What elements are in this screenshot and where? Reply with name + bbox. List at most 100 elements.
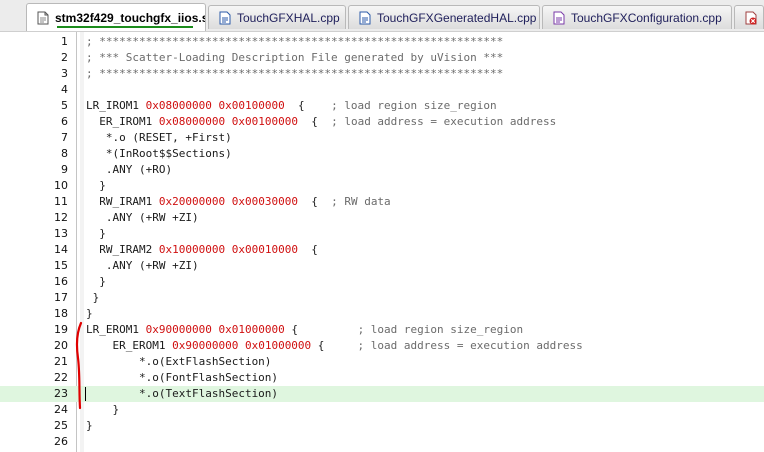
tab-touchgfxgeneratedhal-cpp[interactable]: TouchGFXGeneratedHAL.cpp — [348, 5, 540, 29]
hex-literal: 0x08000000 — [158, 115, 226, 128]
code-line[interactable]: 12 .ANY (+RW +ZI) — [0, 210, 764, 226]
code-text: } — [86, 274, 106, 290]
code-token: LR_IROM1 — [86, 99, 146, 112]
code-line[interactable]: 14 RW_IRAM2 0x10000000 0x00010000 { — [0, 242, 764, 258]
code-line[interactable]: 20 ER_EROM1 0x90000000 0x01000000 { ; lo… — [0, 338, 764, 354]
code-token: } — [86, 227, 106, 240]
line-number: 5 — [61, 99, 68, 112]
code-line[interactable]: 26 — [0, 434, 764, 450]
code-line[interactable]: 24 } — [0, 402, 764, 418]
code-line[interactable]: 23 *.o(TextFlashSection) — [0, 386, 764, 402]
code-line[interactable]: 17 } — [0, 290, 764, 306]
line-number: 22 — [54, 371, 68, 384]
line-number: 17 — [54, 291, 68, 304]
code-token: { — [297, 195, 332, 208]
active-tab-underline — [57, 26, 193, 28]
code-text: *.o(ExtFlashSection) — [86, 354, 271, 370]
line-number: 1 — [61, 35, 68, 48]
code-line[interactable]: 9 .ANY (+RO) — [0, 162, 764, 178]
code-line[interactable]: 10 } — [0, 178, 764, 194]
line-number: 6 — [61, 115, 68, 128]
code-line[interactable]: 3 ; *************************************… — [0, 66, 764, 82]
code-token: } — [86, 275, 106, 288]
code-token: *.o(ExtFlashSection) — [86, 355, 272, 368]
hex-literal: 0x00100000 — [231, 115, 298, 128]
comment-text: ; *** Scatter-Loading Description File g… — [86, 51, 504, 64]
tab-label: TouchGFXHAL.cpp — [237, 10, 340, 25]
closed-file-icon — [745, 11, 757, 25]
comment-text: ; load region size_region — [357, 323, 524, 336]
line-number: 25 — [54, 419, 68, 432]
code-line[interactable]: 1 ; *************************************… — [0, 34, 764, 50]
code-line[interactable]: 18} — [0, 306, 764, 322]
code-line[interactable]: 13 } — [0, 226, 764, 242]
code-line[interactable]: 25} — [0, 418, 764, 434]
comment-text: ; RW data — [331, 195, 391, 208]
code-line[interactable]: 11 RW_IRAM1 0x20000000 0x00030000 { ; RW… — [0, 194, 764, 210]
code-editor[interactable]: 1 ; *************************************… — [0, 32, 764, 452]
tab-touchgfxhal-cpp[interactable]: TouchGFXHAL.cpp — [208, 5, 346, 29]
hex-literal: 0x00030000 — [231, 195, 298, 208]
line-number: 12 — [54, 211, 68, 224]
code-text: } — [86, 226, 106, 242]
code-text: .ANY (+RO) — [86, 162, 172, 178]
code-token: { — [297, 243, 318, 256]
code-token: *(InRoot$$Sections) — [86, 147, 232, 160]
code-line[interactable]: 6 ER_IROM1 0x08000000 0x00100000 { ; loa… — [0, 114, 764, 130]
code-line[interactable]: 22 *.o(FontFlashSection) — [0, 370, 764, 386]
comment-text: ; load address = execution address — [331, 115, 557, 128]
code-text: ; *** Scatter-Loading Description File g… — [86, 50, 503, 66]
code-token: } — [86, 403, 120, 416]
tab-label: TouchGFXGeneratedHAL.cpp — [377, 10, 537, 25]
code-text: *.o (RESET, +First) — [86, 130, 232, 146]
code-line[interactable]: 4 — [0, 82, 764, 98]
hex-literal: 0x00010000 — [231, 243, 298, 256]
code-token: { — [311, 339, 358, 352]
cpp-file-icon — [219, 11, 231, 25]
line-number: 18 — [54, 307, 68, 320]
line-number: 26 — [54, 435, 68, 448]
tab-label: stm32f429_touchgfx_iios.sct — [55, 10, 206, 25]
code-token: RW_IRAM2 — [86, 243, 159, 256]
tab-touchgfxconfiguration-cpp[interactable]: TouchGFXConfiguration.cpp — [542, 5, 732, 29]
line-number: 11 — [54, 195, 68, 208]
line-number: 15 — [54, 259, 68, 272]
line-number: 24 — [54, 403, 68, 416]
hex-literal: 0x20000000 — [158, 195, 226, 208]
line-number: 8 — [61, 147, 68, 160]
code-line[interactable]: 19 LR_EROM1 0x90000000 0x01000000 { ; loa… — [0, 322, 764, 338]
code-line[interactable]: 7 *.o (RESET, +First) — [0, 130, 764, 146]
code-line[interactable]: 21 *.o(ExtFlashSection) — [0, 354, 764, 370]
code-text: } — [86, 178, 106, 194]
code-text: } — [86, 306, 93, 322]
code-line[interactable]: 15 .ANY (+RW +ZI) — [0, 258, 764, 274]
line-number: 4 — [61, 83, 68, 96]
line-number: 20 — [54, 339, 68, 352]
comment-text: ; load region size_region — [331, 99, 497, 112]
code-line[interactable]: 2 ; *** Scatter-Loading Description File … — [0, 50, 764, 66]
code-token: .ANY (+RO) — [86, 163, 173, 176]
tab-closed-file[interactable] — [734, 5, 764, 29]
code-token: .ANY (+RW +ZI) — [86, 259, 199, 272]
code-line[interactable]: 16 } — [0, 274, 764, 290]
line-number: 13 — [54, 227, 68, 240]
code-text: } — [86, 290, 100, 306]
code-token: *.o (RESET, +First) — [86, 131, 232, 144]
line-number: 23 — [54, 387, 68, 400]
code-text: *.o(TextFlashSection) — [86, 386, 278, 402]
code-token: { — [297, 115, 332, 128]
code-token: { — [284, 99, 332, 112]
code-text: *.o(FontFlashSection) — [86, 370, 278, 386]
line-number: 7 — [61, 131, 68, 144]
code-text: *(InRoot$$Sections) — [86, 146, 232, 162]
code-line[interactable]: 5 LR_IROM1 0x08000000 0x00100000 { ; load… — [0, 98, 764, 114]
hex-literal: 0x00100000 — [218, 99, 285, 112]
tab-stm32f429-touchgfx-iios-sct[interactable]: stm32f429_touchgfx_iios.sct — [26, 3, 206, 31]
code-line[interactable]: 8 *(InRoot$$Sections) — [0, 146, 764, 162]
hex-literal: 0x90000000 — [172, 339, 239, 352]
line-number: 2 — [61, 51, 68, 64]
